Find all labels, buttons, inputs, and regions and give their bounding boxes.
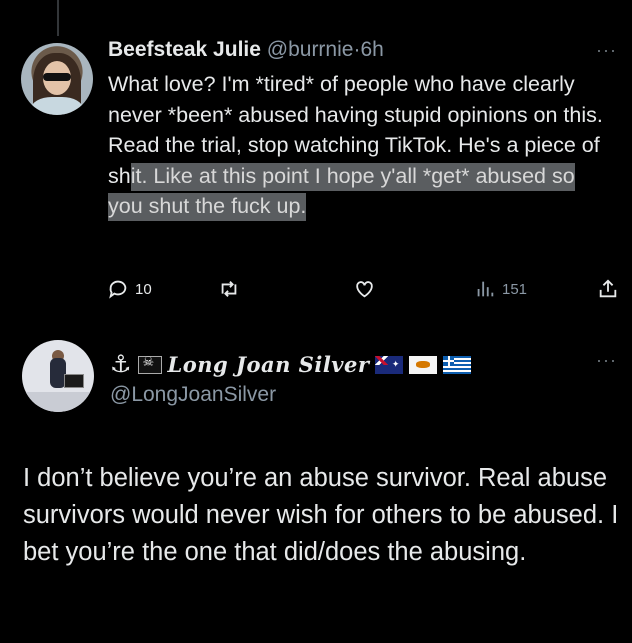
share-icon — [599, 279, 617, 298]
reply-button[interactable]: 10 — [107, 278, 152, 300]
views-count: 151 — [502, 280, 528, 298]
reply-icon — [109, 280, 127, 299]
retweet-button[interactable] — [217, 278, 247, 300]
avatar[interactable] — [22, 340, 94, 412]
author-name: Long Joan Silver — [167, 352, 370, 377]
views-chart-icon — [477, 281, 494, 297]
avatar-pirate-flag — [64, 374, 84, 388]
views-button[interactable]: 151 — [474, 278, 527, 300]
greece-flag-icon — [443, 355, 472, 374]
reply-count: 10 — [135, 280, 152, 298]
avatar[interactable] — [21, 43, 93, 115]
cyprus-flag-icon — [409, 355, 438, 374]
tweet-text: What love? I'm *tired* of people who hav… — [108, 69, 613, 222]
share-button[interactable] — [597, 278, 619, 300]
author-handle[interactable]: @LongJoanSilver — [110, 383, 276, 407]
like-button[interactable] — [353, 278, 382, 300]
retweet-icon — [221, 281, 237, 297]
pirate-flag-icon — [137, 354, 162, 374]
avatar-shirt — [31, 97, 83, 115]
tweet-header: Beefsteak Julie @burrnie·6h — [108, 38, 384, 62]
author-name-row[interactable]: ⚓ Long Joan Silver — [110, 350, 472, 379]
timestamp[interactable]: 6h — [360, 38, 383, 61]
avatar-ground — [22, 392, 94, 412]
action-bar: 10 151 — [0, 278, 632, 304]
anchor-icon: ⚓ — [110, 351, 132, 378]
more-options-icon[interactable]: ··· — [596, 40, 617, 61]
author-handle[interactable]: @burrnie — [267, 38, 354, 61]
tweet-1[interactable]: Beefsteak Julie @burrnie·6h ··· What lov… — [0, 0, 632, 325]
tweet-text-highlighted: it. Like at this point I hope y'all *get… — [108, 162, 575, 221]
avatar-sunglasses — [43, 73, 71, 81]
author-name[interactable]: Beefsteak Julie — [108, 38, 261, 61]
heart-icon — [356, 281, 373, 298]
australia-flag-icon — [375, 355, 404, 374]
tweet-text: I don’t believe you’re an abuse survivor… — [23, 464, 619, 566]
more-options-icon[interactable]: ··· — [596, 350, 617, 371]
